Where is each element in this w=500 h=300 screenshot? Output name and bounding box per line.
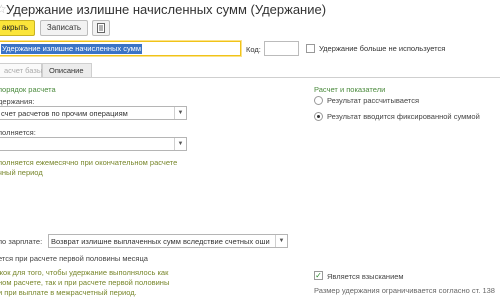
record-button[interactable]: Записать	[40, 20, 88, 36]
performed-hint-line-2: чный период	[0, 168, 43, 177]
performed-hint-line-1: полняется ежемесячно при окончательном р…	[0, 158, 178, 167]
chevron-down-icon[interactable]: ▼	[174, 138, 186, 150]
code-input[interactable]	[264, 41, 299, 56]
tab-base-calculation[interactable]: асчет базы	[0, 63, 42, 78]
document-list-button[interactable]	[92, 20, 110, 36]
chevron-down-icon[interactable]: ▼	[275, 235, 287, 247]
not-used-checkbox[interactable]	[306, 44, 315, 53]
not-used-label: Удержание больше не используется	[319, 44, 446, 53]
first-half-hint-line-3: и при выплате в межрасчетный период.	[0, 288, 137, 297]
calculation-order-title: порядок расчета	[0, 85, 56, 94]
performed-select[interactable]: ▼	[0, 137, 187, 151]
name-input[interactable]: Удержание излишне начисленных сумм	[0, 41, 241, 56]
salary-select-value: Возврат излишне выплаченных сумм вследст…	[51, 237, 270, 246]
result-fixed-radio[interactable]	[314, 112, 323, 121]
calculation-indicators-title: Расчет и показатели	[314, 85, 386, 94]
first-half-hint-line-1: жок для того, чтобы удержание выполнялос…	[0, 268, 169, 277]
limit-text: Размер удержания ограничивается согласно…	[314, 286, 495, 295]
result-calculated-label: Результат рассчитывается	[327, 96, 420, 105]
result-fixed-label: Результат вводится фиксированной суммой	[327, 112, 480, 121]
result-calculated-radio[interactable]	[314, 96, 323, 105]
salary-select[interactable]: Возврат излишне выплаченных сумм вследст…	[48, 234, 288, 248]
radio-selected-dot	[317, 115, 320, 118]
document-list-icon	[97, 23, 105, 33]
collection-label: Является взысканием	[327, 272, 404, 281]
first-half-label[interactable]: ется при расчете первой половины месяца	[0, 254, 148, 263]
deduction-select-value: счет расчетов по прочим операциям	[1, 109, 128, 118]
performed-label: полняется:	[0, 128, 36, 137]
first-half-hint-line-2: ном расчете, так и при расчете первой по…	[0, 278, 170, 287]
collection-checkbox[interactable]: ✓	[314, 271, 323, 280]
chevron-down-icon[interactable]: ▼	[174, 107, 186, 119]
name-input-value: Удержание излишне начисленных сумм	[1, 44, 142, 54]
deduction-select[interactable]: счет расчетов по прочим операциям ▼	[0, 106, 187, 120]
window-title: Удержание излишне начисленных сумм (Удер…	[6, 2, 327, 17]
code-label: Код:	[246, 45, 261, 54]
deduction-label: держания:	[0, 97, 35, 106]
save-and-close-button[interactable]: акрыть	[0, 20, 35, 36]
tab-description[interactable]: Описание	[42, 63, 92, 78]
salary-label: по зарплате:	[0, 237, 43, 246]
tabs-divider	[0, 77, 500, 78]
